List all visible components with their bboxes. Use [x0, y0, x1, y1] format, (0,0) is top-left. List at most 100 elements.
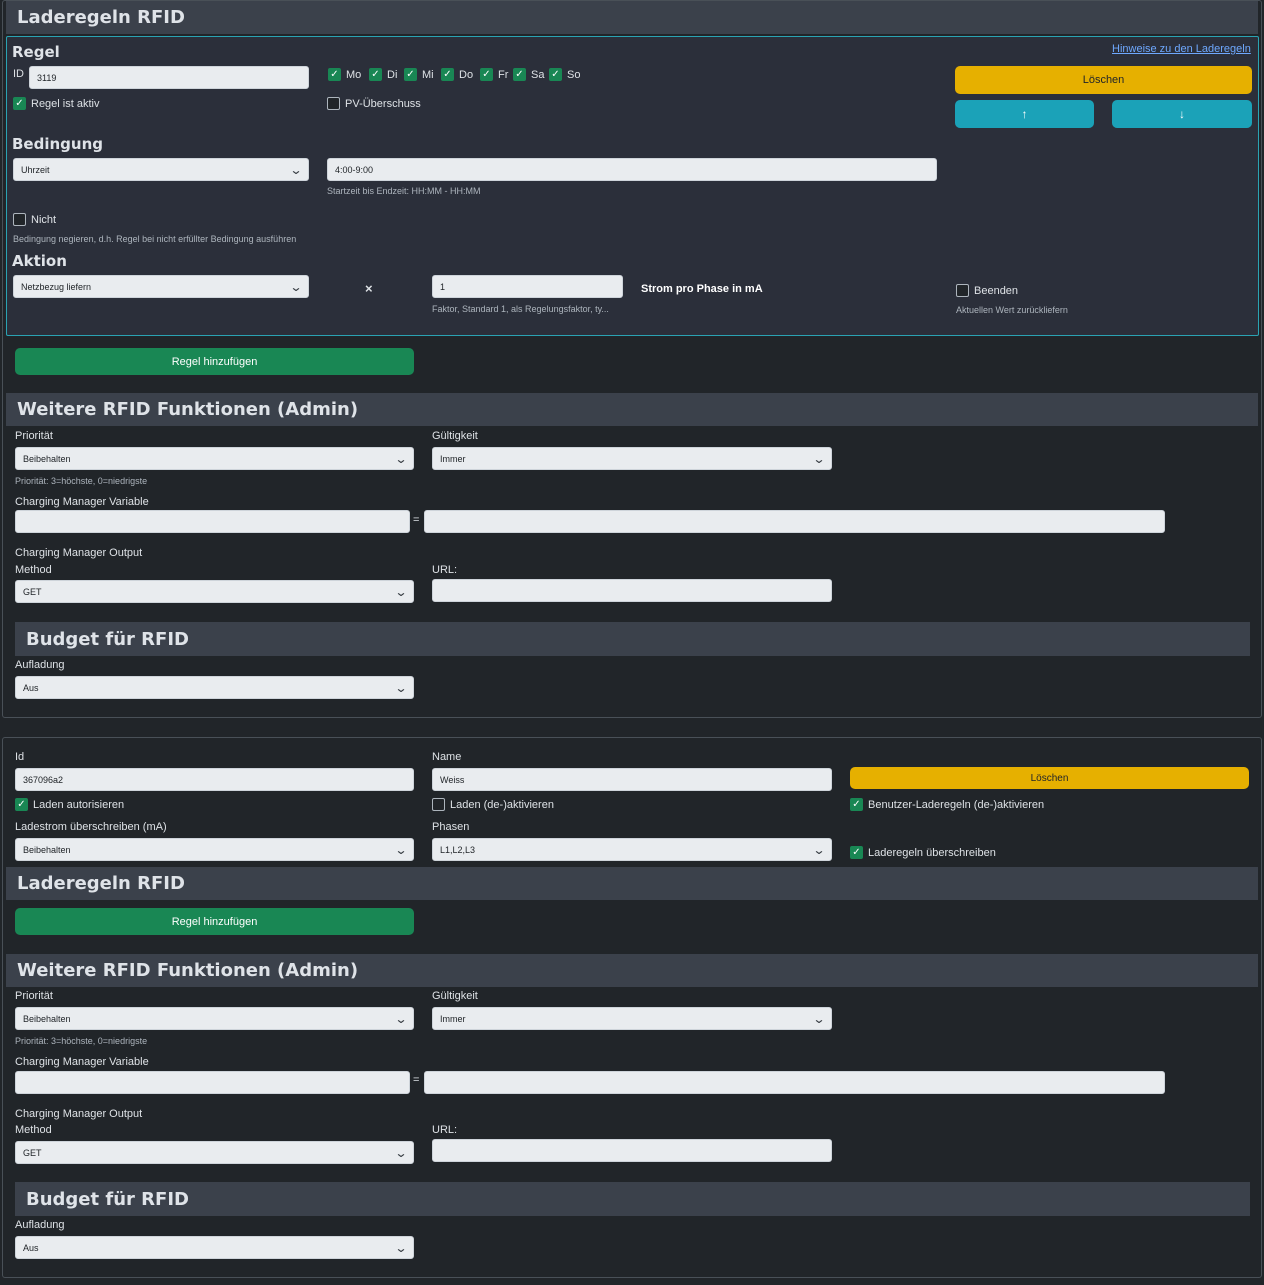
check-icon: ✓: [850, 846, 863, 859]
move-up-button[interactable]: ↑: [955, 100, 1094, 128]
chevron-down-icon: ⌄: [289, 162, 303, 177]
rules-header-2: Laderegeln RFID: [6, 867, 1258, 900]
action-heading: Aktion: [12, 252, 67, 270]
chevron-down-icon: ⌄: [394, 842, 408, 857]
cm-variable-value-input[interactable]: [424, 510, 1165, 533]
override-rules-checkbox[interactable]: ✓ Laderegeln überschreiben: [850, 846, 996, 859]
authorize-charging-checkbox[interactable]: ✓ Laden autorisieren: [15, 798, 124, 811]
end-hint: Aktuellen Wert zurückliefern: [956, 305, 1068, 315]
condition-hint: Startzeit bis Endzeit: HH:MM - HH:MM: [327, 186, 481, 196]
admin-header-2: Weitere RFID Funktionen (Admin): [6, 954, 1258, 987]
rule-id-input[interactable]: 3119: [29, 66, 309, 89]
method-select[interactable]: GET ⌄: [15, 580, 414, 603]
condition-select[interactable]: Uhrzeit ⌄: [13, 158, 309, 181]
chevron-down-icon: ⌄: [394, 451, 408, 466]
day-checkbox-mo[interactable]: ✓ Mo: [328, 68, 361, 81]
toggle-charging-checkbox[interactable]: Laden (de-)aktivieren: [432, 798, 554, 811]
charge-label: Aufladung: [15, 659, 65, 671]
validity-label-2: Gültigkeit: [432, 990, 478, 1002]
chevron-down-icon: ⌄: [394, 1145, 408, 1160]
check-icon: ✓: [441, 68, 454, 81]
method-label-2: Method: [15, 1124, 52, 1136]
chevron-down-icon: ⌄: [812, 842, 826, 857]
url-input[interactable]: [432, 579, 832, 602]
url-label: URL:: [432, 564, 458, 576]
tag-id-input[interactable]: 367096a2: [15, 768, 414, 791]
arrow-up-icon: ↑: [1021, 107, 1028, 121]
arrow-down-icon: ↓: [1179, 107, 1185, 121]
chevron-down-icon: ⌄: [394, 584, 408, 599]
cm-variable-name-input-2[interactable]: [15, 1071, 410, 1094]
priority-select[interactable]: Beibehalten ⌄: [15, 447, 414, 470]
delete-rule-button[interactable]: Löschen: [955, 66, 1252, 94]
check-icon: ✓: [328, 68, 341, 81]
check-icon: ✓: [480, 68, 493, 81]
admin-header: Weitere RFID Funktionen (Admin): [6, 393, 1258, 426]
user-rules-checkbox[interactable]: ✓ Benutzer-Laderegeln (de-)aktivieren: [850, 798, 1044, 811]
chevron-down-icon: ⌄: [812, 451, 826, 466]
unit-label: Strom pro Phase in mA: [641, 283, 763, 295]
negate-checkbox[interactable]: Nicht: [13, 213, 56, 226]
priority-hint: Priorität: 3=höchste, 0=niedrigste: [15, 476, 148, 486]
check-icon: ✓: [549, 68, 562, 81]
equals-sign: =: [413, 514, 420, 526]
url-label-2: URL:: [432, 1124, 458, 1136]
day-checkbox-do[interactable]: ✓ Do: [441, 68, 473, 81]
delete-tag-button[interactable]: Löschen: [850, 767, 1249, 789]
check-icon: ✓: [13, 97, 26, 110]
current-override-select[interactable]: Beibehalten ⌄: [15, 838, 414, 861]
cm-variable-name-input[interactable]: [15, 510, 410, 533]
budget-header: Budget für RFID: [15, 622, 1250, 656]
chevron-down-icon: ⌄: [812, 1011, 826, 1026]
method-label: Method: [15, 564, 52, 576]
cm-output-label-2: Charging Manager Output: [15, 1108, 143, 1120]
day-checkbox-so[interactable]: ✓ So: [549, 68, 580, 81]
equals-sign-2: =: [413, 1074, 420, 1086]
day-checkbox-di[interactable]: ✓ Di: [369, 68, 397, 81]
rule-heading: Regel: [12, 43, 60, 61]
rule-active-checkbox[interactable]: ✓ Regel ist aktiv: [13, 97, 99, 110]
chevron-down-icon: ⌄: [394, 680, 408, 695]
priority-select-2[interactable]: Beibehalten ⌄: [15, 1007, 414, 1030]
negate-hint: Bedingung negieren, d.h. Regel bei nicht…: [13, 234, 297, 244]
phases-select[interactable]: L1,L2,L3 ⌄: [432, 838, 832, 861]
move-down-button[interactable]: ↓: [1112, 100, 1252, 128]
url-input-2[interactable]: [432, 1139, 832, 1162]
tag-name-input[interactable]: Weiss: [432, 768, 832, 791]
charge-select[interactable]: Aus ⌄: [15, 676, 414, 699]
cm-variable-value-input-2[interactable]: [424, 1071, 1165, 1094]
priority-hint-2: Priorität: 3=höchste, 0=niedrigste: [15, 1036, 148, 1046]
chevron-down-icon: ⌄: [394, 1011, 408, 1026]
multiply-icon: ×: [365, 281, 373, 296]
current-override-label: Ladestrom überschreiben (mA): [15, 821, 167, 833]
day-checkbox-fr[interactable]: ✓ Fr: [480, 68, 508, 81]
condition-value-input[interactable]: 4:00-9:00: [327, 158, 937, 181]
action-select[interactable]: Netzbezug liefern ⌄: [13, 275, 309, 298]
tag-name-label: Name: [432, 751, 462, 763]
condition-heading: Bedingung: [12, 135, 103, 153]
pv-surplus-checkbox[interactable]: PV-Überschuss: [327, 97, 421, 110]
rules-header-title: Laderegeln RFID: [17, 7, 185, 28]
check-icon: ✓: [404, 68, 417, 81]
factor-input[interactable]: 1: [432, 275, 623, 298]
add-rule-button[interactable]: Regel hinzufügen: [15, 348, 414, 375]
cm-variable-label: Charging Manager Variable: [15, 496, 149, 508]
validity-select-2[interactable]: Immer ⌄: [432, 1007, 832, 1030]
check-icon: ✓: [850, 798, 863, 811]
cm-output-label: Charging Manager Output: [15, 547, 143, 559]
check-icon: ✓: [15, 798, 28, 811]
end-checkbox[interactable]: Beenden: [956, 284, 1018, 297]
rules-hint-link[interactable]: Hinweise zu den Laderegeln: [1112, 43, 1251, 55]
priority-label-2: Priorität: [15, 990, 53, 1002]
add-rule-button-2[interactable]: Regel hinzufügen: [15, 908, 414, 935]
budget-header-2: Budget für RFID: [15, 1182, 1250, 1216]
validity-select[interactable]: Immer ⌄: [432, 447, 832, 470]
rule-id-label: ID: [13, 68, 24, 80]
day-checkbox-sa[interactable]: ✓ Sa: [513, 68, 544, 81]
validity-label: Gültigkeit: [432, 430, 478, 442]
method-select-2[interactable]: GET ⌄: [15, 1141, 414, 1164]
chevron-down-icon: ⌄: [394, 1240, 408, 1255]
check-icon: ✓: [513, 68, 526, 81]
charge-select-2[interactable]: Aus ⌄: [15, 1236, 414, 1259]
day-checkbox-mi[interactable]: ✓ Mi: [404, 68, 434, 81]
